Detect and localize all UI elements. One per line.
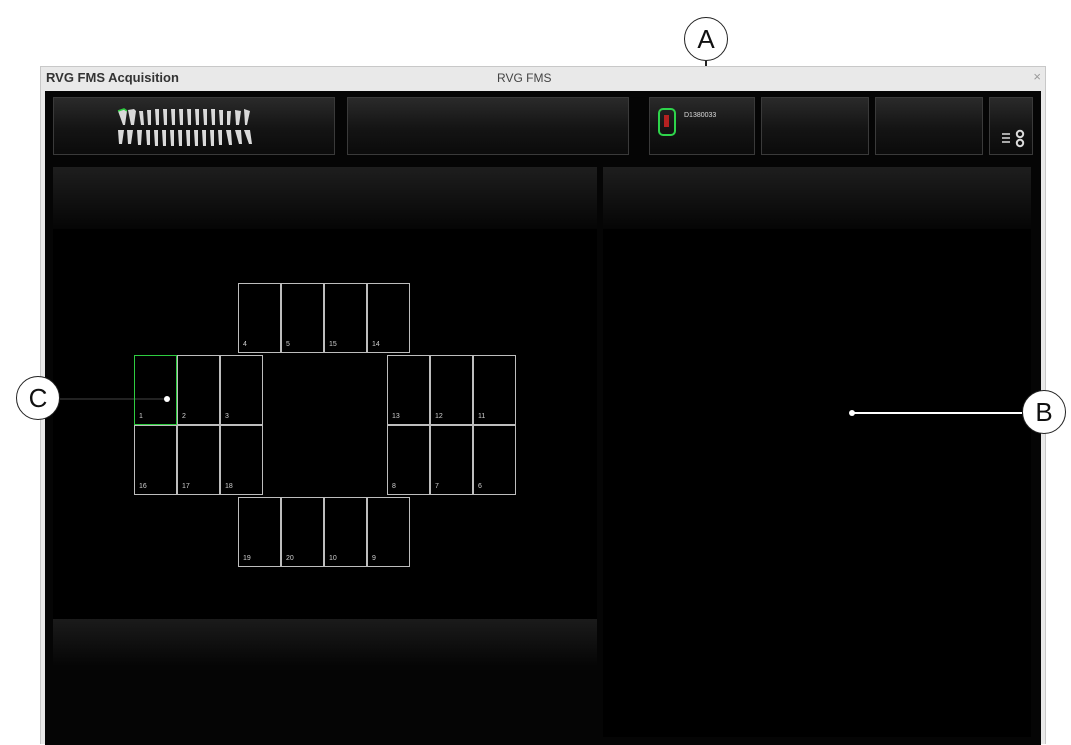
callout-b-line: [852, 412, 1022, 414]
toolbar-tile-5[interactable]: [875, 97, 983, 155]
acquisition-app: D1380033 4 5 15 14 1 2 3 16 17 18 13 12 …: [45, 91, 1041, 745]
app-window: RVG FMS Acquisition RVG FMS × D1380033 4…: [40, 66, 1046, 745]
slot[interactable]: 10: [324, 497, 367, 567]
slot[interactable]: 11: [473, 355, 516, 425]
toolbar-tile-4[interactable]: [761, 97, 869, 155]
image-viewer-panel: [603, 167, 1031, 737]
slot[interactable]: 6: [473, 425, 516, 495]
slot[interactable]: 18: [220, 425, 263, 495]
slot[interactable]: 9: [367, 497, 410, 567]
sensor-icon: [658, 108, 676, 136]
teeth-selector-tile[interactable]: [53, 97, 335, 155]
window-title: RVG FMS Acquisition: [46, 70, 179, 85]
slot[interactable]: 5: [281, 283, 324, 353]
slot[interactable]: 4: [238, 283, 281, 353]
callout-a: A: [684, 17, 728, 61]
device-label: D1380033: [684, 112, 717, 119]
slot[interactable]: 15: [324, 283, 367, 353]
title-bar: RVG FMS Acquisition RVG FMS ×: [41, 67, 1045, 89]
slot[interactable]: 12: [430, 355, 473, 425]
dental-arch-icon: [117, 108, 252, 146]
window-center-title: RVG FMS: [497, 71, 552, 85]
slot[interactable]: 13: [387, 355, 430, 425]
slot[interactable]: 3: [220, 355, 263, 425]
slot[interactable]: 17: [177, 425, 220, 495]
close-button[interactable]: ×: [1033, 69, 1041, 84]
slot-selected[interactable]: 1: [134, 355, 177, 425]
template-panel-header: [53, 167, 597, 229]
slot[interactable]: 2: [177, 355, 220, 425]
slot[interactable]: 20: [281, 497, 324, 567]
slot[interactable]: 8: [387, 425, 430, 495]
slot[interactable]: 16: [134, 425, 177, 495]
toolbar-tile-2[interactable]: [347, 97, 629, 155]
settings-icon[interactable]: [1000, 126, 1028, 148]
settings-tile[interactable]: [989, 97, 1033, 155]
callout-b: B: [1022, 390, 1066, 434]
device-tile[interactable]: D1380033: [649, 97, 755, 155]
slot[interactable]: 7: [430, 425, 473, 495]
slot[interactable]: 19: [238, 497, 281, 567]
callout-b-dot: [849, 410, 855, 416]
slot[interactable]: 14: [367, 283, 410, 353]
template-panel-footer: [53, 619, 597, 737]
image-viewer-header: [603, 167, 1031, 229]
callout-c: C: [16, 376, 60, 420]
